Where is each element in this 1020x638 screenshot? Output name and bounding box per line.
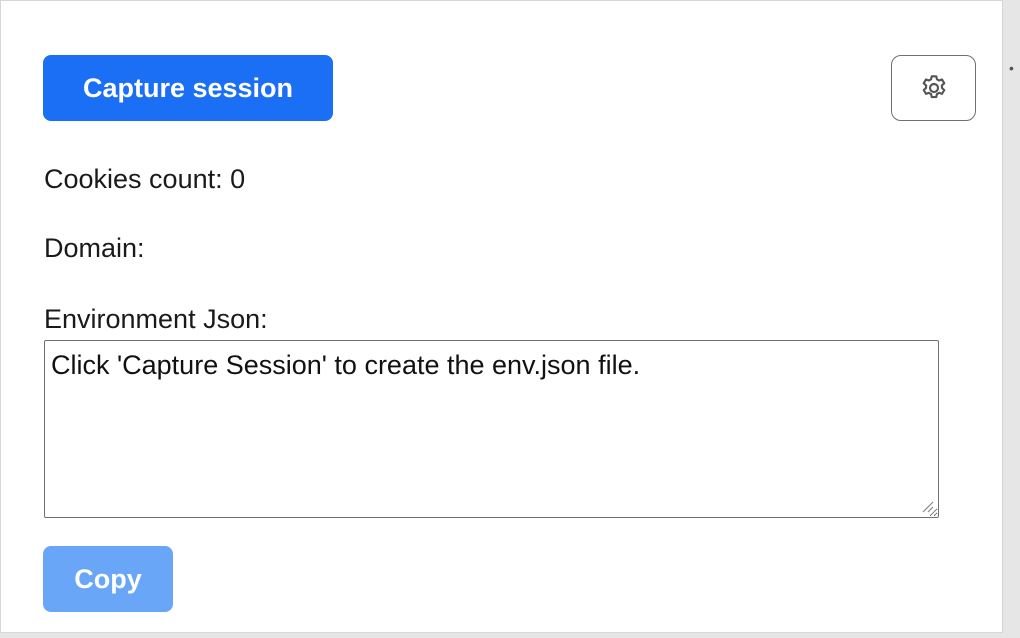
cookies-count-label: Cookies count: xyxy=(44,164,223,194)
environment-json-label: Environment Json: xyxy=(44,304,268,334)
settings-button[interactable] xyxy=(891,55,976,121)
capture-session-button[interactable]: Capture session xyxy=(43,55,333,121)
copy-button[interactable]: Copy xyxy=(43,546,173,612)
cookies-count-row: Cookies count: 0 xyxy=(44,163,245,195)
domain-row: Domain: xyxy=(44,232,145,264)
window-edge-mark: • xyxy=(1009,60,1014,76)
domain-label: Domain: xyxy=(44,233,145,263)
cookies-count-value: 0 xyxy=(230,164,246,194)
extension-popup: Capture session Cookies count: 0 Domain:… xyxy=(0,0,1003,633)
environment-json-textarea[interactable]: Click 'Capture Session' to create the en… xyxy=(44,340,939,518)
gear-icon xyxy=(922,75,945,99)
resize-grip-icon[interactable] xyxy=(919,498,935,514)
